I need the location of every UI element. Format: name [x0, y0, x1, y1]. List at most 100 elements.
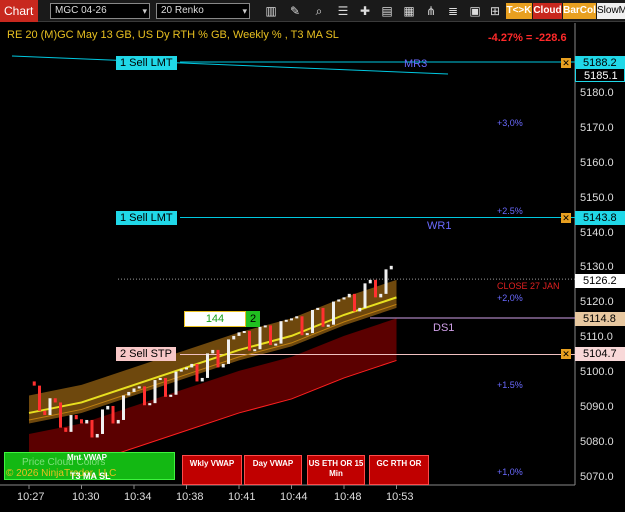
renko-bar	[59, 402, 62, 428]
renko-bar	[169, 394, 173, 397]
price-tag: 5185.1	[575, 68, 625, 82]
y-tick-label: 5160.0	[580, 157, 614, 169]
renko-bar	[311, 309, 314, 334]
renko-bar	[232, 335, 236, 340]
renko-bar	[80, 419, 83, 424]
renko-bar	[85, 419, 89, 424]
close-order-icon[interactable]: ✕	[561, 349, 571, 359]
drawing-tool-icon[interactable]: ✎	[286, 2, 304, 20]
tk-toggle-button[interactable]: T<>K	[506, 3, 532, 19]
renko-bar	[242, 330, 246, 333]
pct-label: +1,0%	[497, 467, 523, 477]
price-tag: 5114.8	[575, 312, 625, 326]
renko-bar	[179, 369, 183, 372]
renko-bar	[295, 316, 299, 319]
slowm-toggle-button[interactable]: SlowM	[597, 3, 625, 19]
renko-bar	[342, 297, 346, 300]
pct-label: +3,0%	[497, 118, 523, 128]
barcol-toggle-button[interactable]: BarCol	[563, 3, 596, 19]
renko-bar	[143, 386, 146, 406]
pct-label: +2.5%	[497, 206, 523, 216]
renko-bar	[153, 380, 157, 404]
chart-tab[interactable]: Chart	[0, 0, 38, 22]
renko-bar	[211, 349, 215, 354]
renko-bar	[101, 409, 104, 434]
renko-bar	[116, 419, 120, 424]
weekly-vwap-button[interactable]: Wkly VWAP	[182, 455, 242, 485]
renko-bar	[258, 326, 262, 350]
t3-ma-legend: T3 MA SL	[70, 471, 111, 481]
renko-bar	[48, 398, 52, 416]
x-tick-label: 10:53	[386, 491, 414, 503]
renko-bar	[305, 333, 309, 336]
renko-bar	[248, 330, 251, 351]
properties-icon[interactable]: ☰	[334, 2, 352, 20]
indicators-icon[interactable]: ⋔	[422, 2, 440, 20]
gc-rth-or-button[interactable]: GC RTH OR	[369, 455, 429, 485]
y-tick-label: 5170.0	[580, 122, 614, 134]
renko-bar	[332, 301, 335, 325]
renko-bar	[227, 339, 230, 364]
renko-bar	[279, 321, 283, 344]
x-tick-label: 10:38	[176, 491, 204, 503]
renko-bar	[363, 283, 367, 308]
bar-style-icon[interactable]: ▥	[262, 2, 280, 20]
x-tick-label: 10:27	[17, 491, 45, 503]
order-count-box[interactable]: 2	[246, 311, 260, 327]
renko-bar	[206, 353, 209, 378]
renko-bar	[316, 307, 320, 310]
renko-bar	[53, 398, 57, 403]
period-selector[interactable]: 20 Renko ▾	[156, 3, 250, 19]
close-label: CLOSE 27 JAN	[497, 281, 560, 291]
order-quantity-box[interactable]: 144	[184, 311, 246, 327]
y-tick-label: 5090.0	[580, 401, 614, 413]
renko-bar	[111, 405, 115, 424]
close-order-icon[interactable]: ✕	[561, 213, 571, 223]
chart-title: RE 20 (M)GC May 13 GB, US Dy RTH % GB, W…	[7, 29, 339, 41]
sell-limit-order-label[interactable]: 1 Sell LMT	[116, 211, 177, 225]
price-tag: 5104.7	[575, 347, 625, 361]
renko-bar	[195, 363, 199, 382]
cloud-toggle-button[interactable]: Cloud	[533, 3, 562, 19]
day-vwap-button[interactable]: Day VWAP	[244, 455, 302, 485]
pct-label: +2,0%	[497, 293, 523, 303]
toolbar: Chart MGC 04-26 ▾ 20 Renko ▾ ▥ ✎ ⌕ ☰ ✚ ▤…	[0, 0, 625, 22]
instrument-selector[interactable]: MGC 04-26 ▾	[50, 3, 150, 19]
renko-bar	[43, 410, 47, 416]
renko-bar	[185, 367, 188, 370]
renko-bar	[379, 293, 383, 298]
sell-limit-order-label[interactable]: 1 Sell LMT	[116, 56, 177, 70]
renko-bar	[90, 419, 94, 438]
renko-bar	[353, 293, 356, 312]
close-order-icon[interactable]: ✕	[561, 58, 571, 68]
orders-icon[interactable]: ▤	[378, 2, 396, 20]
price-tag: 5126.2	[575, 274, 625, 288]
renko-bar	[221, 363, 225, 368]
renko-bar	[253, 349, 257, 352]
sell-stop-order-label[interactable]: 2 Sell STP	[116, 347, 176, 361]
price-cloud-legend: Price Cloud Colors	[22, 457, 106, 468]
template-icon[interactable]: ▣	[466, 2, 484, 20]
chevron-down-icon: ▾	[242, 6, 247, 16]
strategy-icon[interactable]: ▦	[400, 2, 418, 20]
renko-bar	[237, 332, 241, 336]
renko-bar	[321, 307, 325, 327]
renko-bar	[347, 293, 351, 298]
wr1-label: WR1	[427, 220, 452, 232]
zoom-icon[interactable]: ⌕	[310, 2, 328, 20]
ds1-label: DS1	[433, 322, 455, 334]
renko-bar	[95, 433, 99, 438]
renko-bar	[164, 377, 167, 397]
renko-bar	[74, 415, 78, 420]
renko-bar	[32, 381, 36, 386]
y-tick-label: 5070.0	[580, 471, 614, 483]
pnl-readout: -4.27% = -228.6	[488, 32, 567, 44]
crosshair-icon[interactable]: ✚	[356, 2, 374, 20]
renko-bar	[368, 279, 372, 284]
alerts-icon[interactable]: ≣	[444, 2, 462, 20]
layout-icon[interactable]: ⊞	[486, 2, 504, 20]
us-eth-or-button[interactable]: US ETH OR 15 Min	[307, 455, 365, 485]
chart-plot-area[interactable]	[0, 23, 625, 512]
y-tick-label: 5180.0	[580, 87, 614, 99]
x-tick-label: 10:48	[334, 491, 362, 503]
